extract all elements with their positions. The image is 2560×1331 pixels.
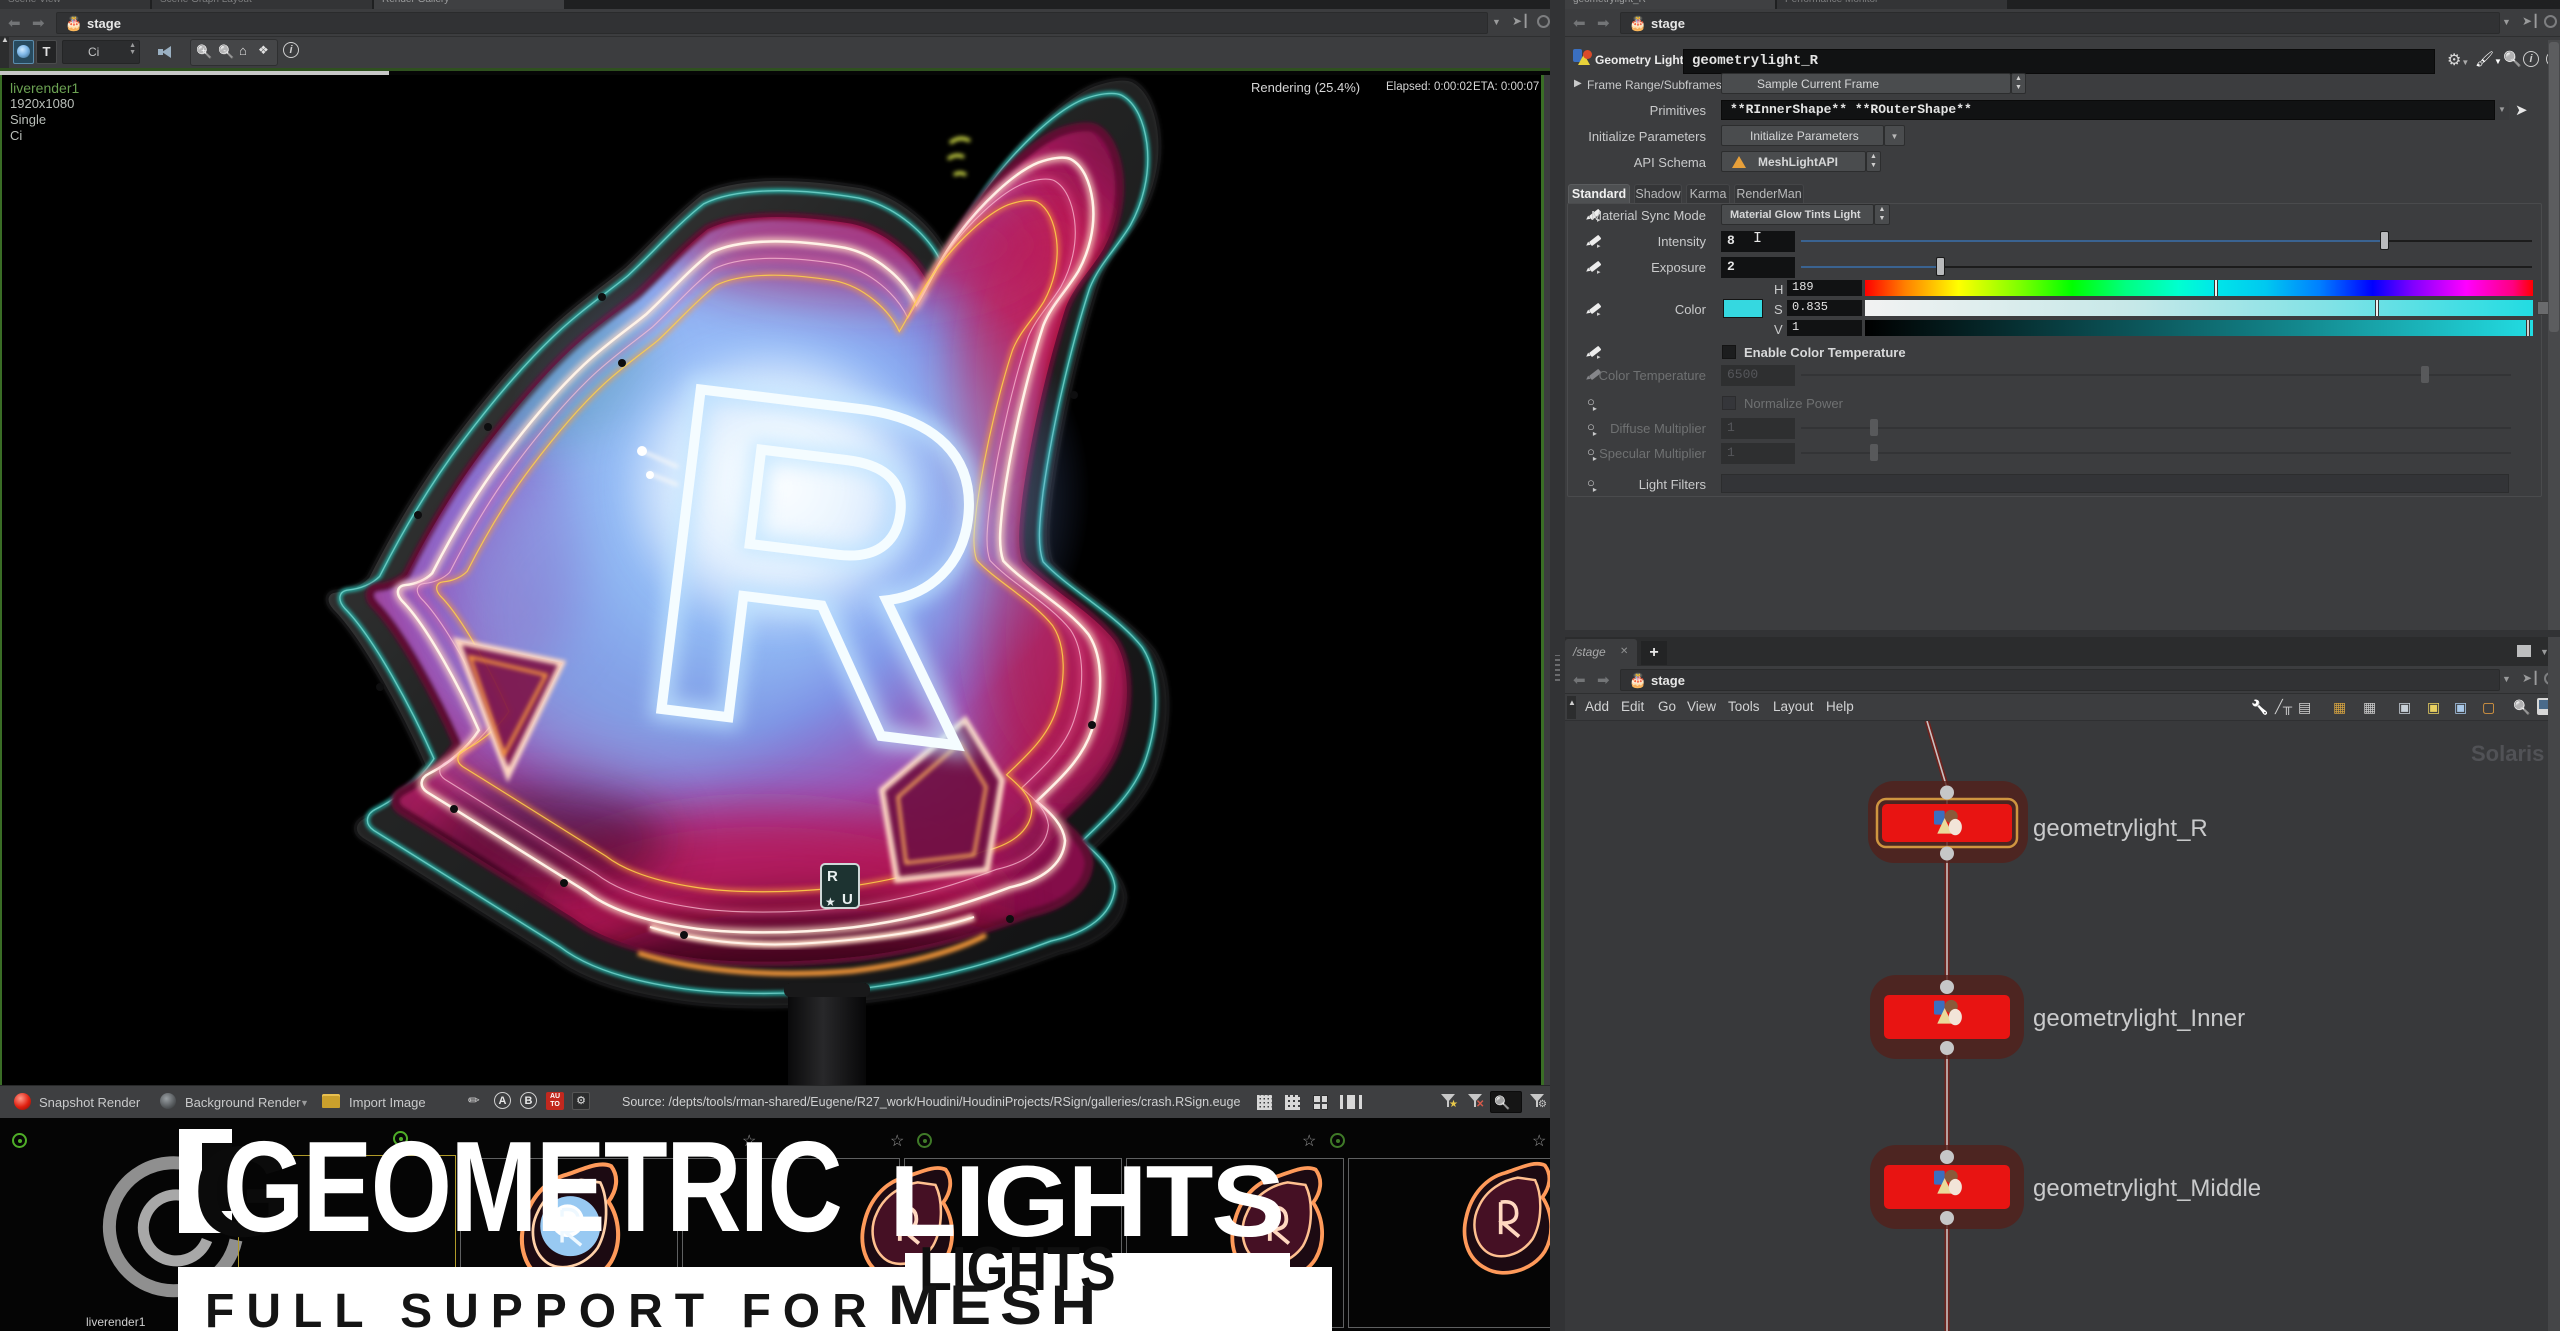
svg-text:R: R <box>827 868 838 885</box>
svg-text:U: U <box>842 891 853 908</box>
svg-text:R: R <box>618 285 1017 845</box>
svg-text:★: ★ <box>825 895 836 909</box>
